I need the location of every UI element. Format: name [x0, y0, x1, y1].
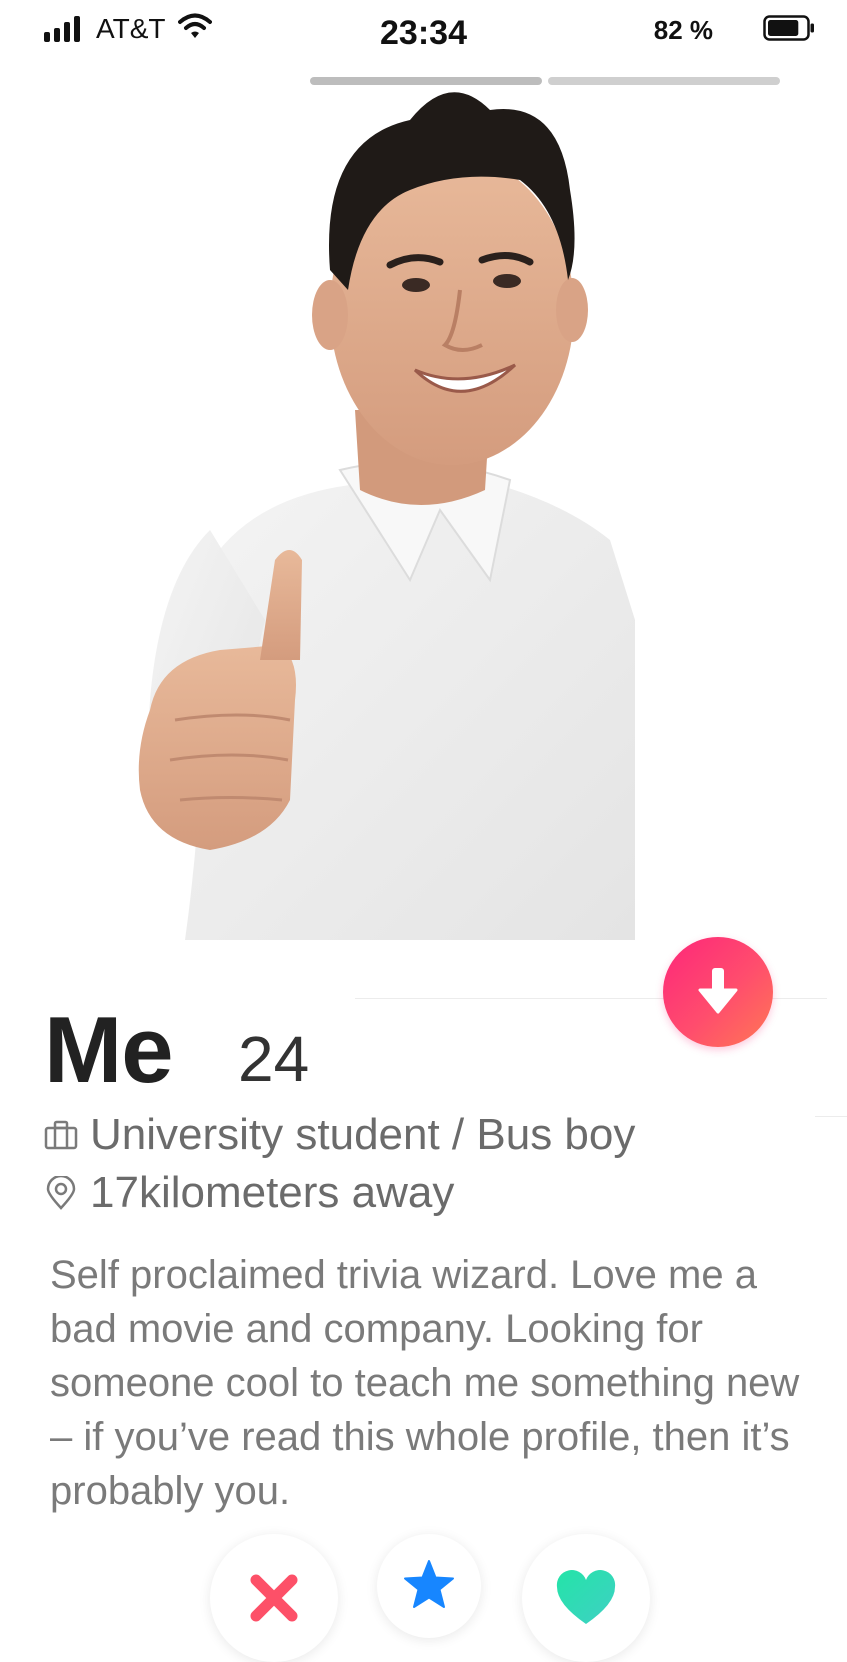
- profile-name: Me: [44, 997, 174, 1102]
- status-time: 23:34: [380, 14, 467, 52]
- super-like-button[interactable]: [377, 1534, 481, 1638]
- profile-age: 24: [238, 1023, 310, 1095]
- section-divider: [815, 1116, 847, 1117]
- open-profile-button[interactable]: [663, 937, 773, 1047]
- battery-percent: 82 %: [653, 15, 713, 45]
- profile-bio: Self proclaimed trivia wizard. Love me a…: [50, 1253, 800, 1513]
- nope-button[interactable]: [210, 1534, 338, 1662]
- arrow-down-icon: [698, 968, 738, 1014]
- like-button[interactable]: [522, 1534, 650, 1662]
- job-text: University student / Bus boy: [90, 1110, 636, 1159]
- job-row: University student / Bus boy: [44, 1110, 635, 1160]
- distance-row: 17kilometers away: [44, 1168, 454, 1218]
- profile-photo[interactable]: [90, 60, 710, 1000]
- x-icon: [250, 1574, 298, 1622]
- battery-icon: [763, 15, 814, 41]
- distance-text: 17kilometers away: [90, 1168, 455, 1217]
- heart-icon: [556, 1570, 616, 1624]
- star-icon: [404, 1560, 454, 1608]
- location-pin-icon: [46, 1176, 76, 1210]
- status-bar: AT&T 23:34 82 %: [0, 0, 847, 64]
- briefcase-icon: [44, 1120, 78, 1150]
